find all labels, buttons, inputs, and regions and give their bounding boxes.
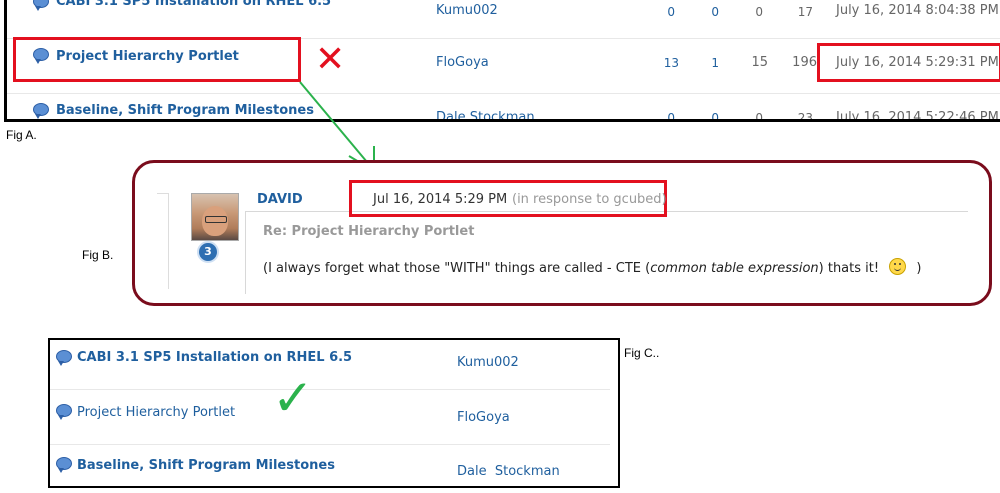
check-mark: ✓ xyxy=(272,369,314,427)
arrow-shaft xyxy=(299,81,373,169)
in-response-link[interactable]: (in response to gcubed) xyxy=(512,192,667,207)
body-text-suffix: ) thats it! xyxy=(818,261,880,276)
reply-thread-line xyxy=(157,193,168,194)
thread-author-link[interactable]: Kumu002 xyxy=(457,355,519,370)
reply-subject: Re: Project Hierarchy Portlet xyxy=(263,224,475,239)
discussion-icon xyxy=(56,457,72,473)
body-text-italic: common table expression xyxy=(650,261,819,276)
reply-timestamp: Jul 16, 2014 5:29 PM xyxy=(373,192,508,207)
body-text-close: ) xyxy=(916,261,922,276)
thread-title-link[interactable]: Project Hierarchy Portlet xyxy=(77,405,235,420)
discussion-icon xyxy=(56,350,72,366)
fig-c-panel: CABI 3.1 SP5 Installation on RHEL 6.5 Ku… xyxy=(48,338,620,488)
avatar[interactable] xyxy=(191,193,239,241)
fig-b-frame: 3 DAVID Jul 16, 2014 5:29 PM (in respons… xyxy=(132,160,992,306)
discussion-icon xyxy=(56,404,72,420)
reply-author-link[interactable]: DAVID xyxy=(257,192,303,207)
thread-author-link[interactable]: Dale Stockman xyxy=(457,464,560,479)
thread-title-link[interactable]: Baseline, Shift Program Milestones xyxy=(77,458,335,473)
fig-c-row: CABI 3.1 SP5 Installation on RHEL 6.5 Ku… xyxy=(50,340,618,388)
thread-author-link[interactable]: FloGoya xyxy=(457,410,510,425)
status-badge: 3 xyxy=(197,241,219,263)
reply-body-text: (I always forget what those "WITH" thing… xyxy=(263,258,921,276)
reply-thread-line xyxy=(168,193,169,289)
fig-c-caption: Fig C.. xyxy=(624,346,660,360)
fig-c-row: Project Hierarchy Portlet FloGoya xyxy=(50,390,618,444)
fig-b-caption: Fig B. xyxy=(82,248,114,262)
smiley-icon xyxy=(889,258,907,275)
body-text-prefix: (I always forget what those "WITH" thing… xyxy=(263,261,651,276)
fig-c-row: Baseline, Shift Program Milestones Dale … xyxy=(50,445,618,485)
thread-title-link[interactable]: CABI 3.1 SP5 Installation on RHEL 6.5 xyxy=(77,350,352,365)
